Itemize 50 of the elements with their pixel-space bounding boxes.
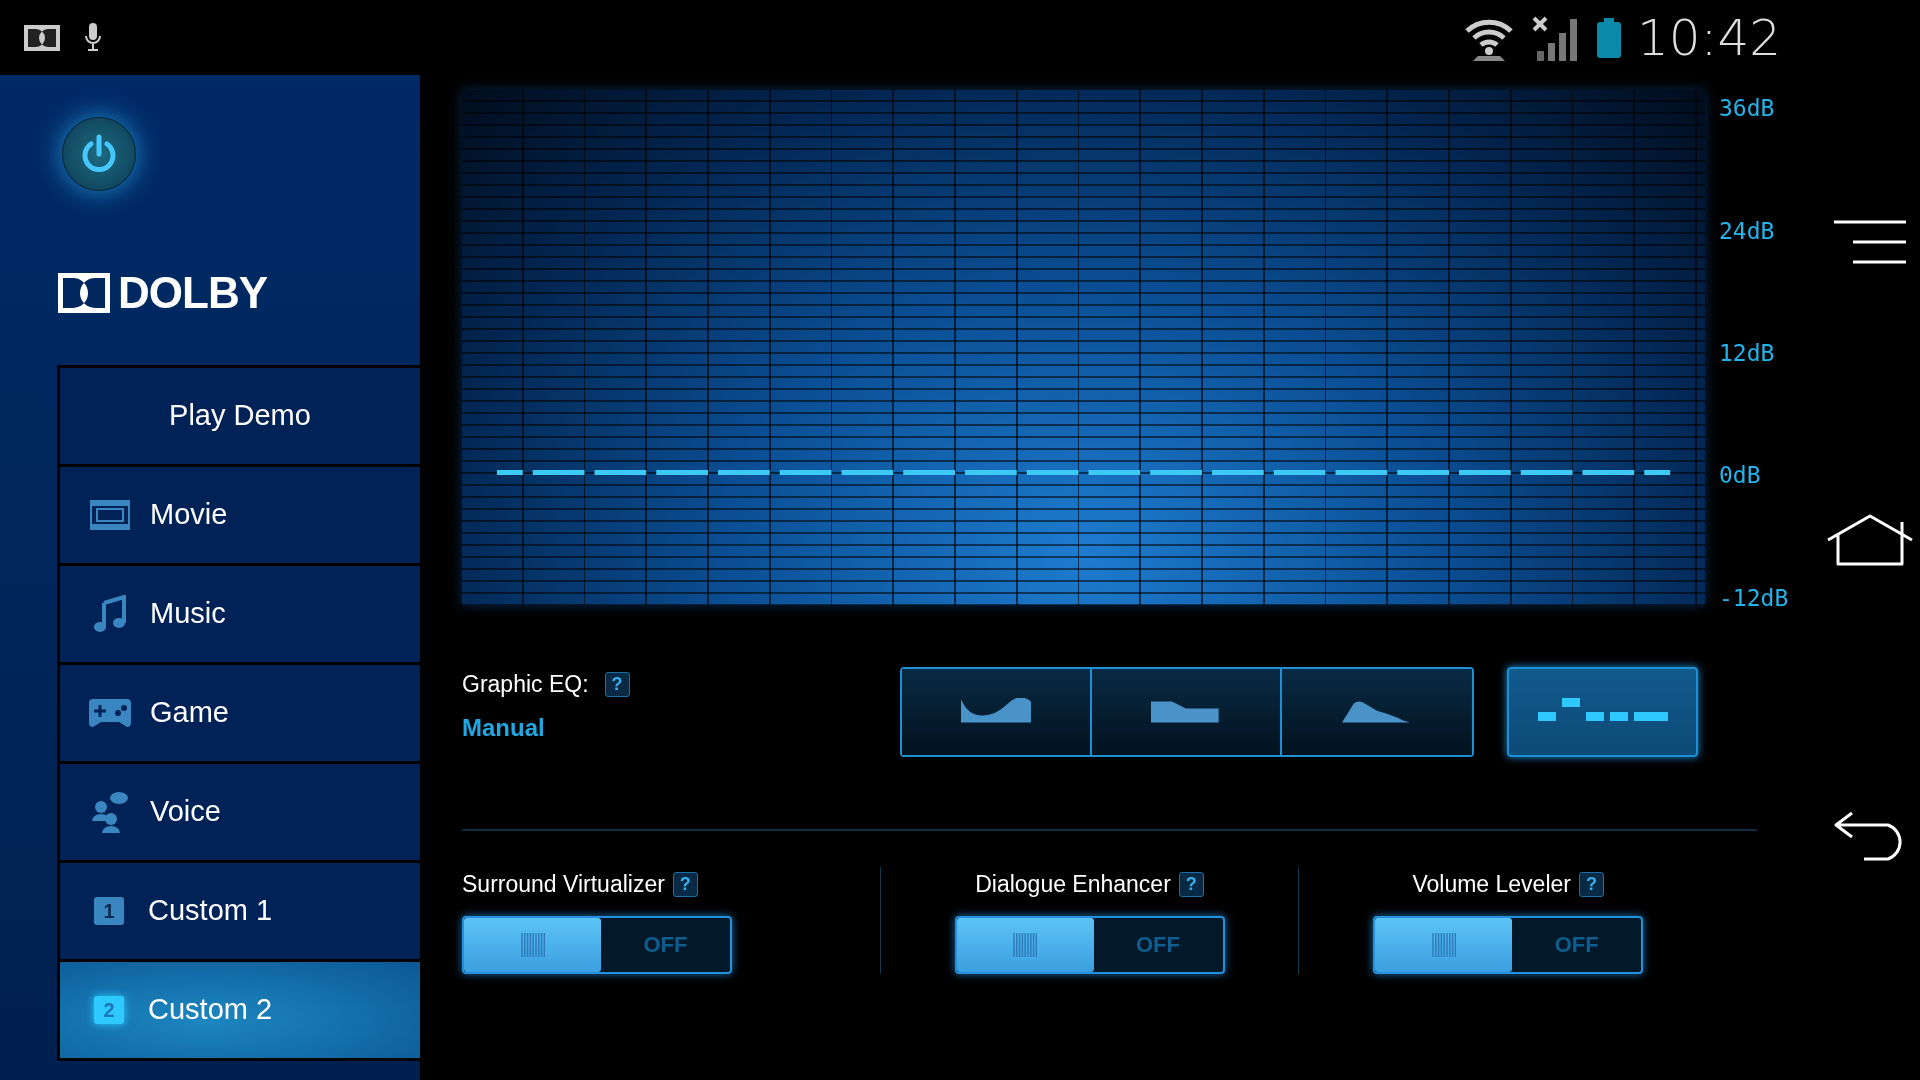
help-button[interactable]: ?: [604, 671, 630, 697]
grip-icon: [520, 932, 545, 957]
dolby-icon: [24, 24, 60, 51]
toggle-state-text: OFF: [1135, 931, 1181, 959]
help-button[interactable]: ?: [1578, 871, 1604, 897]
eq-curve-icon: [961, 698, 1031, 726]
logo-wordmark: DOLBY: [118, 271, 267, 315]
number-badge: 2: [94, 996, 124, 1024]
toggle-label: Volume Leveler: [1412, 870, 1571, 899]
sidebar-item[interactable]: 2 Custom 2: [60, 962, 420, 1061]
sidebar-item-label: Custom 1: [148, 893, 273, 929]
grip-icon: [1431, 932, 1456, 957]
dolby-logo-icon: [58, 273, 110, 313]
eq-level-line[interactable]: [496, 469, 1671, 475]
help-button[interactable]: ?: [1178, 871, 1204, 897]
toggle-label: Surround Virtualizer: [462, 870, 665, 899]
toggle-label: Dialogue Enhancer: [975, 870, 1171, 899]
graphic-eq-label: Graphic EQ:: [462, 670, 589, 699]
power-button[interactable]: [62, 117, 136, 191]
db-scale-label: 0dB: [1719, 461, 1761, 491]
eq-preset-button[interactable]: [902, 669, 1092, 755]
home-icon[interactable]: [1826, 514, 1914, 566]
sidebar-item-label: Movie: [150, 497, 228, 533]
toggle-state-text: OFF: [1553, 931, 1600, 959]
number-badge: 1: [94, 897, 124, 925]
grip-icon: [1013, 932, 1037, 957]
battery-icon: [1596, 17, 1621, 58]
sidebar-item[interactable]: Play Demo: [60, 368, 420, 467]
toggle-state-text: OFF: [642, 931, 689, 959]
sidebar-item-label: Music: [150, 596, 226, 632]
manual-eq-button[interactable]: [1507, 667, 1698, 757]
sidebar-item[interactable]: Movie: [60, 467, 420, 566]
menu-icon[interactable]: [1833, 220, 1907, 264]
eq-preset-button[interactable]: [1282, 669, 1472, 755]
eq-mode-text: Manual: [462, 712, 546, 743]
db-scale-label: 24dB: [1719, 216, 1775, 246]
power-icon: [80, 134, 118, 174]
db-scale-label: -12dB: [1719, 583, 1789, 613]
microphone-icon: [84, 22, 102, 53]
sidebar-item-label: Voice: [150, 794, 221, 830]
sidebar-item[interactable]: Music: [60, 566, 420, 665]
eq-preset-button[interactable]: [1092, 669, 1282, 755]
db-scale-label: 36dB: [1719, 94, 1775, 124]
sidebar-item-label: Play Demo: [169, 398, 311, 434]
db-scale-label: 12dB: [1719, 339, 1775, 369]
gamepad-icon: [86, 699, 134, 727]
sidebar-item-label: Game: [150, 695, 229, 731]
sidebar-item-label: Custom 2: [148, 992, 273, 1028]
clock-time: 10:42: [1636, 12, 1781, 63]
help-button[interactable]: ?: [672, 871, 698, 897]
